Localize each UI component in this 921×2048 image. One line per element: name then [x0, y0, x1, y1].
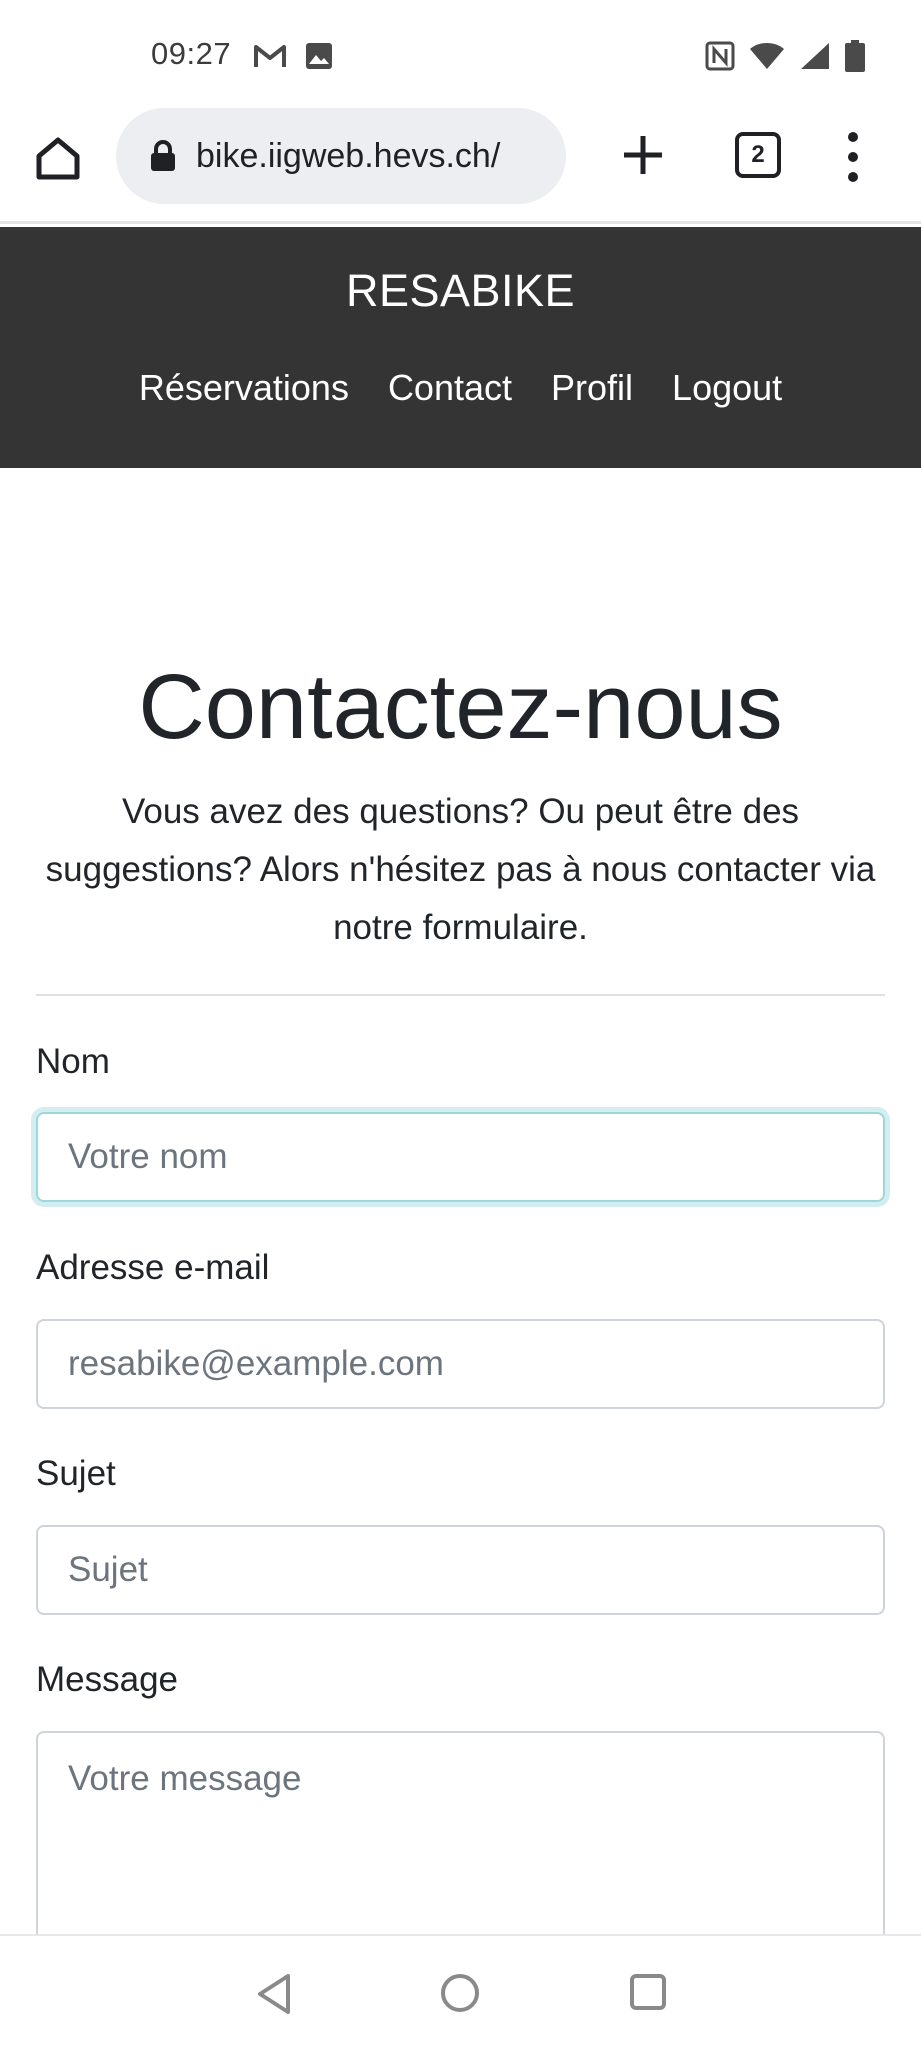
page-title: Contactez-nous [138, 656, 783, 758]
menu-dot-icon [848, 132, 858, 142]
nav-link-profil[interactable]: Profil [551, 367, 633, 409]
status-right-icons [705, 40, 865, 72]
plus-icon [624, 136, 662, 174]
nav-link-logout[interactable]: Logout [672, 367, 782, 409]
subject-field[interactable]: Sujet [36, 1525, 885, 1615]
browser-toolbar: bike.iigweb.hevs.ch/ 2 [0, 104, 921, 224]
main-nav: Réservations Contact Profil Logout [0, 367, 921, 409]
intro-text: Vous avez des questions? Ou peut être de… [45, 792, 876, 947]
name-field[interactable]: Votre nom [36, 1112, 885, 1202]
battery-icon [845, 40, 865, 72]
message-label: Message [36, 1660, 179, 1699]
menu-dot-icon [848, 152, 858, 162]
recents-icon[interactable] [630, 1974, 666, 2010]
url-text: bike.iigweb.hevs.ch/ [196, 136, 501, 175]
status-time: 09:27 [151, 36, 232, 71]
gmail-icon [254, 45, 286, 67]
wifi-icon [750, 43, 784, 69]
lock-icon [151, 140, 175, 171]
home-icon [36, 137, 80, 180]
site-brand[interactable]: RESABIKE [0, 265, 921, 317]
name-label: Nom [36, 1042, 110, 1081]
site-header: RESABIKE Réservations Contact Profil Log… [0, 227, 921, 468]
android-nav-bar [0, 1934, 921, 2048]
back-icon[interactable] [254, 1972, 294, 2016]
nfc-icon [705, 41, 735, 71]
home-nav-icon[interactable] [441, 1974, 479, 2012]
new-tab-button[interactable] [614, 126, 672, 184]
menu-dot-icon [848, 172, 858, 182]
divider [36, 994, 885, 996]
status-left-icons [253, 42, 333, 70]
browser-menu-button[interactable] [838, 132, 868, 182]
status-bar: 09:27 [0, 0, 921, 104]
address-bar[interactable]: bike.iigweb.hevs.ch/ [116, 108, 566, 204]
subject-label: Sujet [36, 1454, 116, 1493]
tab-switcher-button[interactable]: 2 [735, 132, 781, 178]
signal-icon [801, 43, 829, 69]
image-icon [306, 43, 332, 69]
nav-link-contact[interactable]: Contact [388, 367, 512, 409]
email-label: Adresse e-mail [36, 1248, 270, 1287]
nav-link-reservations[interactable]: Réservations [139, 367, 349, 409]
email-field[interactable]: resabike@example.com [36, 1319, 885, 1409]
home-button[interactable] [32, 132, 84, 184]
